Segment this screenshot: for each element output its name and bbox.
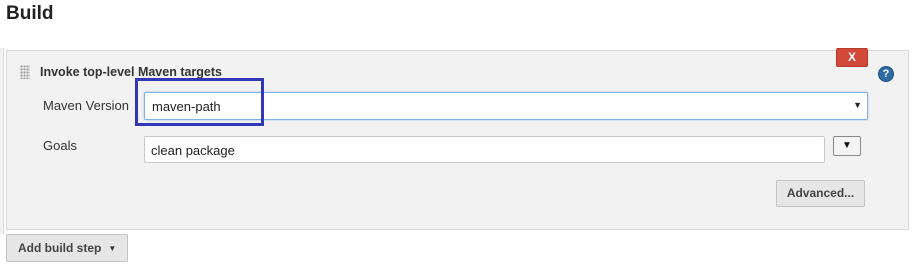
- delete-step-button[interactable]: X: [836, 48, 868, 67]
- add-build-step-button[interactable]: Add build step ▼: [6, 234, 128, 262]
- left-gutter: [0, 48, 4, 234]
- drag-handle-icon[interactable]: [20, 65, 30, 79]
- goals-input[interactable]: clean package: [144, 136, 825, 163]
- maven-version-label: Maven Version: [43, 98, 129, 113]
- annotation-highlight-box: [135, 78, 264, 126]
- caret-down-icon: ▼: [108, 243, 117, 253]
- goals-expand-button[interactable]: ▼: [833, 136, 861, 156]
- chevron-down-icon: ▼: [853, 100, 862, 110]
- goals-value: clean package: [151, 143, 235, 158]
- goals-label: Goals: [43, 138, 77, 153]
- section-title: Build: [6, 3, 54, 24]
- build-config-page: Build Invoke top-level Maven targets X ?…: [0, 0, 915, 269]
- advanced-button[interactable]: Advanced...: [776, 180, 865, 207]
- add-build-step-label: Add build step: [18, 241, 102, 255]
- build-step-panel: Invoke top-level Maven targets X ? Maven…: [6, 48, 909, 230]
- help-icon[interactable]: ?: [878, 66, 894, 82]
- build-step-title: Invoke top-level Maven targets: [40, 65, 223, 79]
